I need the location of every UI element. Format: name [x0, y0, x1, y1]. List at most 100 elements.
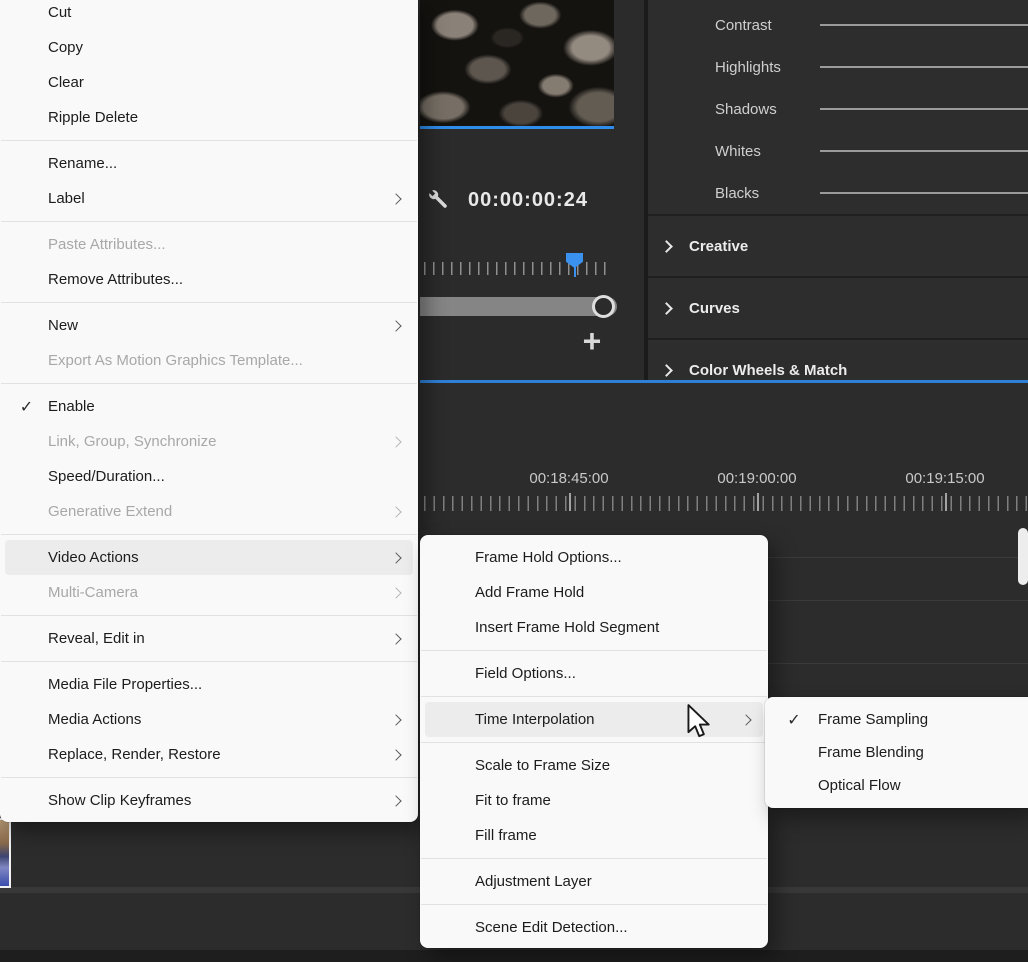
menu-item-link-group-synchronize: Link, Group, Synchronize [5, 424, 413, 459]
wrench-settings-icon[interactable] [428, 189, 450, 211]
menu-item-field-options[interactable]: Field Options... [425, 656, 763, 691]
blacks-slider[interactable] [820, 192, 1028, 194]
section-label: Creative [689, 237, 749, 255]
chevron-right-icon [390, 435, 402, 448]
menu-separator [1, 221, 417, 222]
chevron-right-icon [390, 586, 402, 599]
menu-separator [421, 696, 767, 697]
playhead-stem [574, 266, 576, 277]
video-actions-submenu: Frame Hold Options... Add Frame Hold Ins… [420, 535, 768, 948]
menu-item-fill-frame[interactable]: Fill frame [425, 818, 763, 853]
menu-separator [1, 534, 417, 535]
clip-thumbnail[interactable] [0, 818, 11, 888]
program-monitor-zoom-scrollbar[interactable] [420, 295, 617, 318]
menu-separator [1, 383, 417, 384]
menu-item-time-interpolation[interactable]: Time Interpolation [425, 702, 763, 737]
menu-item-insert-frame-hold-segment[interactable]: Insert Frame Hold Segment [425, 610, 763, 645]
major-tick [757, 493, 759, 511]
slider-label-contrast: Contrast [715, 16, 772, 34]
menu-item-new[interactable]: New [5, 308, 413, 343]
section-creative[interactable]: Creative [648, 214, 1028, 276]
slider-label-whites: Whites [715, 142, 761, 160]
lumetri-slider-row: Blacks [648, 172, 1028, 214]
menu-item-frame-sampling[interactable]: ✓ Frame Sampling [770, 703, 1023, 736]
section-curves[interactable]: Curves [648, 276, 1028, 338]
highlights-slider[interactable] [820, 66, 1028, 68]
section-label: Color Wheels & Match [689, 361, 848, 379]
lumetri-color-panel: Contrast Highlights Shadows Whites Black… [648, 0, 1028, 380]
whites-slider[interactable] [820, 150, 1028, 152]
section-label: Curves [689, 299, 740, 317]
menu-item-frame-blending[interactable]: Frame Blending [770, 736, 1023, 769]
slider-label-blacks: Blacks [715, 184, 760, 202]
menu-item-clear[interactable]: Clear [5, 65, 413, 100]
ruler-timecode-label: 00:19:15:00 [905, 470, 985, 487]
timeline-ruler[interactable] [424, 493, 1028, 511]
video-frame-selection-line [420, 126, 614, 129]
menu-item-remove-attributes[interactable]: Remove Attributes... [5, 262, 413, 297]
menu-item-multi-camera: Multi-Camera [5, 575, 413, 610]
menu-separator [421, 904, 767, 905]
menu-item-generative-extend: Generative Extend [5, 494, 413, 529]
scrollbar-handle-icon[interactable] [592, 295, 615, 318]
menu-item-media-actions[interactable]: Media Actions [5, 702, 413, 737]
menu-item-adjustment-layer[interactable]: Adjustment Layer [425, 864, 763, 899]
menu-item-show-clip-keyframes[interactable]: Show Clip Keyframes [5, 783, 413, 818]
chevron-right-icon [660, 301, 673, 315]
menu-separator [421, 742, 767, 743]
menu-item-scene-edit-detection[interactable]: Scene Edit Detection... [425, 910, 763, 945]
chevron-right-icon [660, 239, 673, 253]
major-tick [569, 493, 571, 511]
menu-item-speed-duration[interactable]: Speed/Duration... [5, 459, 413, 494]
time-interpolation-submenu: ✓ Frame Sampling Frame Blending Optical F… [765, 697, 1028, 808]
ruler-timecode-label: 00:19:00:00 [717, 470, 797, 487]
menu-item-media-file-properties[interactable]: Media File Properties... [5, 667, 413, 702]
menu-item-ripple-delete[interactable]: Ripple Delete [5, 100, 413, 135]
program-monitor-timecode[interactable]: 00:00:00:24 [468, 189, 588, 212]
program-monitor-toolbar: 00:00:00:24 [428, 186, 638, 214]
menu-item-rename[interactable]: Rename... [5, 146, 413, 181]
chevron-right-icon [390, 319, 402, 332]
program-monitor-panel: 00:00:00:24 + [420, 0, 644, 383]
menu-item-video-actions[interactable]: Video Actions [5, 540, 413, 575]
shadows-slider[interactable] [820, 108, 1028, 110]
menu-separator [1, 661, 417, 662]
lumetri-slider-row: Shadows [648, 88, 1028, 130]
slider-label-shadows: Shadows [715, 100, 777, 118]
contrast-slider[interactable] [820, 24, 1028, 26]
menu-separator [421, 858, 767, 859]
chevron-right-icon [390, 794, 402, 807]
lumetri-slider-row: Highlights [648, 46, 1028, 88]
slider-label-highlights: Highlights [715, 58, 781, 76]
menu-item-cut[interactable]: Cut [5, 0, 413, 30]
menu-item-frame-hold-options[interactable]: Frame Hold Options... [425, 540, 763, 575]
menu-item-replace-render-restore[interactable]: Replace, Render, Restore [5, 737, 413, 772]
menu-separator [1, 302, 417, 303]
menu-separator [1, 777, 417, 778]
menu-separator [421, 650, 767, 651]
clip-context-menu: Cut Copy Clear Ripple Delete Rename... L… [0, 0, 418, 822]
menu-separator [1, 140, 417, 141]
menu-item-reveal-edit-in[interactable]: Reveal, Edit in [5, 621, 413, 656]
menu-item-add-frame-hold[interactable]: Add Frame Hold [425, 575, 763, 610]
menu-item-label[interactable]: Label [5, 181, 413, 216]
timeline-bottom-edge [0, 950, 1028, 962]
add-button[interactable]: + [576, 325, 608, 358]
menu-item-enable[interactable]: ✓ Enable [5, 389, 413, 424]
check-icon: ✓ [19, 398, 34, 416]
program-monitor-mini-timeline[interactable] [424, 253, 612, 277]
menu-item-paste-attributes: Paste Attributes... [48, 236, 166, 253]
chevron-right-icon [390, 505, 402, 518]
chevron-right-icon [390, 551, 402, 564]
lumetri-slider-row: Contrast [648, 4, 1028, 46]
menu-item-scale-to-frame-size[interactable]: Scale to Frame Size [425, 748, 763, 783]
check-icon: ✓ [787, 711, 801, 729]
chevron-right-icon [740, 713, 752, 726]
menu-item-fit-to-frame[interactable]: Fit to frame [425, 783, 763, 818]
timeline-vertical-scrollbar[interactable] [1018, 528, 1028, 585]
menu-item-optical-flow[interactable]: Optical Flow [770, 769, 1023, 802]
chevron-right-icon [390, 748, 402, 761]
menu-item-export-motion-graphics-template: Export As Motion Graphics Template... [48, 352, 303, 369]
chevron-right-icon [390, 632, 402, 645]
menu-item-copy[interactable]: Copy [5, 30, 413, 65]
